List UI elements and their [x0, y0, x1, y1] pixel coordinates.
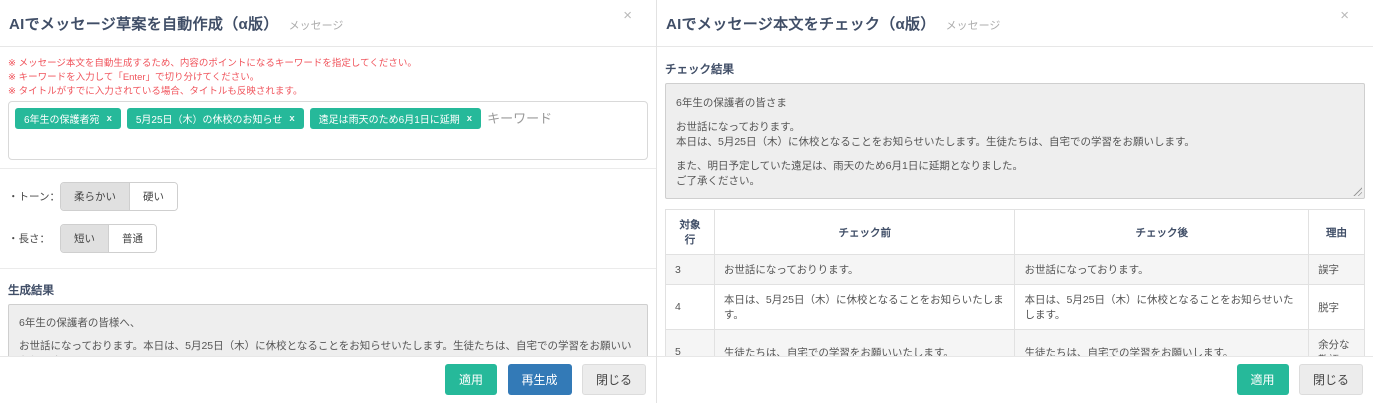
- cell-line: 3: [666, 255, 715, 285]
- column-header-reason: 理由: [1309, 210, 1365, 255]
- length-label: ・長さ：: [8, 231, 60, 246]
- draft-generator-modal: AIでメッセージ草案を自動作成（α版） メッセージ × ※ メッセージ本文を自動…: [0, 0, 657, 403]
- modal-body: チェック結果 6年生の保護者の皆さま お世話になっております。 本日は、5月25…: [657, 47, 1373, 356]
- keyword-tag-label: 5月25日（木）の休校のお知らせ: [136, 111, 282, 126]
- close-button[interactable]: 閉じる: [582, 364, 646, 395]
- cell-line: 5: [666, 330, 715, 357]
- tone-row: ・トーン： 柔らかい 硬い: [8, 182, 648, 211]
- cell-after: 生徒たちは、自宅での学習をお願いします。: [1015, 330, 1309, 357]
- modal-subtitle: メッセージ: [946, 17, 1001, 33]
- close-icon[interactable]: ×: [619, 4, 636, 27]
- text-check-modal: AIでメッセージ本文をチェック（α版） メッセージ × チェック結果 6年生の保…: [657, 0, 1373, 403]
- table-row: 5 生徒たちは、自宅での学習をお願いいたします。 生徒たちは、自宅での学習をお願…: [666, 330, 1365, 357]
- remove-tag-icon[interactable]: x: [467, 113, 472, 124]
- length-short-button[interactable]: 短い: [61, 225, 108, 252]
- check-line: 6年生の保護者の皆さま: [676, 97, 787, 109]
- check-line: 本日は、5月25日（木）に休校となることをお知らせいたします。生徒たちは、自宅で…: [676, 135, 1354, 150]
- result-paragraph: お世話になっております。本日は、5月25日（木）に休校となることをお知らせいたし…: [19, 339, 637, 356]
- length-normal-button[interactable]: 普通: [108, 225, 156, 252]
- notes: ※ メッセージ本文を自動生成するため、内容のポイントになるキーワードを指定してく…: [8, 58, 648, 97]
- screen: AIでメッセージ草案を自動作成（α版） メッセージ × ※ メッセージ本文を自動…: [0, 0, 1373, 403]
- keyword-tag[interactable]: 6年生の保護者宛 x: [15, 108, 121, 129]
- note-line: ※ メッセージ本文を自動生成するため、内容のポイントになるキーワードを指定してく…: [8, 58, 648, 69]
- close-icon[interactable]: ×: [1336, 4, 1353, 27]
- cell-before: 生徒たちは、自宅での学習をお願いいたします。: [714, 330, 1015, 357]
- check-paragraph: また、明日予定していた遠足は、雨天のため6月1日に延期となりました。 ご了承くだ…: [676, 159, 1354, 189]
- keyword-tag[interactable]: 5月25日（木）の休校のお知らせ x: [127, 108, 304, 129]
- check-table: 対象行 チェック前 チェック後 理由 3 お世話になっておりります。 お世話にな…: [665, 209, 1365, 356]
- cell-after: お世話になっております。: [1015, 255, 1309, 285]
- table-row: 3 お世話になっておりります。 お世話になっております。 誤字: [666, 255, 1365, 285]
- keyword-tag-label: 遠足は雨天のため6月1日に延期: [319, 111, 460, 126]
- close-button[interactable]: 閉じる: [1299, 364, 1363, 395]
- cell-before: 本日は、5月25日（木）に休校となることをお知らいたします。: [714, 285, 1015, 330]
- modal-header: AIでメッセージ本文をチェック（α版） メッセージ ×: [657, 0, 1373, 47]
- remove-tag-icon[interactable]: x: [107, 113, 112, 124]
- check-result-textarea[interactable]: 6年生の保護者の皆さま お世話になっております。 本日は、5月25日（木）に休校…: [665, 83, 1365, 199]
- tone-hard-button[interactable]: 硬い: [129, 183, 177, 210]
- cell-reason: 余分な敬語: [1309, 330, 1365, 357]
- tone-toggle-group: 柔らかい 硬い: [60, 182, 178, 211]
- cell-reason: 脱字: [1309, 285, 1365, 330]
- keyword-input[interactable]: [487, 108, 641, 129]
- column-header-line: 対象行: [666, 210, 715, 255]
- tone-label: ・トーン：: [8, 189, 60, 204]
- modal-title: AIでメッセージ本文をチェック（α版）: [666, 13, 936, 34]
- apply-button[interactable]: 適用: [445, 364, 497, 395]
- remove-tag-icon[interactable]: x: [289, 113, 294, 124]
- check-line: お世話になっております。: [676, 120, 1354, 135]
- modal-title: AIでメッセージ草案を自動作成（α版）: [9, 13, 279, 34]
- length-toggle-group: 短い 普通: [60, 224, 157, 253]
- keyword-tag-label: 6年生の保護者宛: [24, 111, 100, 126]
- keyword-tag[interactable]: 遠足は雨天のため6月1日に延期 x: [310, 108, 481, 129]
- column-header-after: チェック後: [1015, 210, 1309, 255]
- apply-button[interactable]: 適用: [1237, 364, 1289, 395]
- modal-subtitle: メッセージ: [289, 17, 344, 33]
- result-paragraph: 6年生の保護者の皆様へ、: [19, 316, 637, 331]
- modal-footer: 適用 再生成 閉じる: [0, 356, 656, 403]
- generation-result-textarea[interactable]: 6年生の保護者の皆様へ、 お世話になっております。本日は、5月25日（木）に休校…: [8, 304, 648, 356]
- generation-result-label: 生成結果: [8, 282, 648, 298]
- modal-header: AIでメッセージ草案を自動作成（α版） メッセージ ×: [0, 0, 656, 47]
- length-row: ・長さ： 短い 普通: [8, 224, 648, 253]
- tone-soft-button[interactable]: 柔らかい: [61, 183, 129, 210]
- modal-footer: 適用 閉じる: [657, 356, 1373, 403]
- divider: [0, 268, 656, 269]
- check-paragraph: 6年生の保護者の皆さま: [676, 96, 1354, 111]
- note-line: ※ タイトルがすでに入力されている場合、タイトルも反映されます。: [8, 86, 648, 97]
- cell-line: 4: [666, 285, 715, 330]
- column-header-before: チェック前: [714, 210, 1015, 255]
- regenerate-button[interactable]: 再生成: [508, 364, 572, 395]
- cell-after: 本日は、5月25日（木）に休校となることをお知らせいたします。: [1015, 285, 1309, 330]
- check-result-label: チェック結果: [665, 61, 1365, 77]
- check-line: ご了承ください。: [676, 174, 1354, 189]
- modal-body: ※ メッセージ本文を自動生成するため、内容のポイントになるキーワードを指定してく…: [0, 47, 656, 356]
- cell-before: お世話になっておりります。: [714, 255, 1015, 285]
- check-line: また、明日予定していた遠足は、雨天のため6月1日に延期となりました。: [676, 159, 1354, 174]
- check-paragraph: お世話になっております。 本日は、5月25日（木）に休校となることをお知らせいた…: [676, 120, 1354, 150]
- table-header-row: 対象行 チェック前 チェック後 理由: [666, 210, 1365, 255]
- keyword-input-box[interactable]: 6年生の保護者宛 x 5月25日（木）の休校のお知らせ x 遠足は雨天のため6月…: [8, 101, 648, 160]
- divider: [0, 168, 656, 169]
- check-paragraph: 何かご不明な点がございましたら、お気軽にお問い合わせください。: [676, 198, 1354, 199]
- cell-reason: 誤字: [1309, 255, 1365, 285]
- table-row: 4 本日は、5月25日（木）に休校となることをお知らいたします。 本日は、5月2…: [666, 285, 1365, 330]
- note-line: ※ キーワードを入力して「Enter」で切り分けてください。: [8, 72, 648, 83]
